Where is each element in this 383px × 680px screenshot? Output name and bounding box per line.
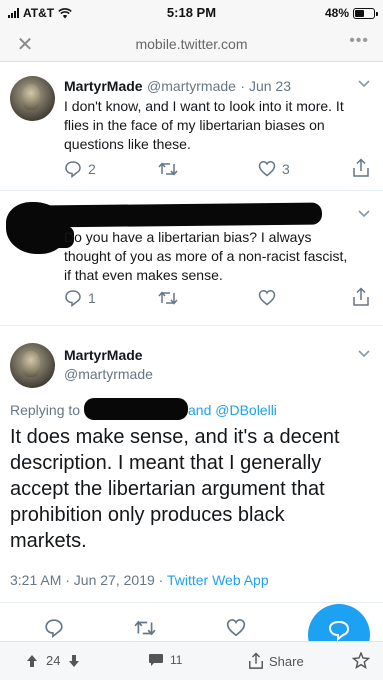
tweet-text-line: thought of you as more of a non-racist f… bbox=[64, 248, 348, 264]
heart-icon bbox=[258, 160, 276, 177]
avatar[interactable] bbox=[10, 76, 55, 121]
retweet-icon bbox=[158, 291, 178, 305]
reply-icon bbox=[45, 619, 63, 638]
divider bbox=[0, 325, 383, 326]
chevron-down-icon[interactable] bbox=[358, 350, 370, 358]
reply-button[interactable]: 2 bbox=[64, 160, 96, 178]
reply-button[interactable]: 1 bbox=[64, 289, 96, 307]
share-icon bbox=[249, 652, 263, 669]
like-button[interactable]: 3 bbox=[258, 160, 290, 177]
status-bar: AT&T 5:18 PM 48% bbox=[0, 0, 383, 28]
tweet3-text: It does make sense, and it's a decent de… bbox=[10, 424, 380, 554]
heart-icon bbox=[226, 619, 246, 637]
tweet-text-line: description. I meant that I generally bbox=[10, 452, 322, 474]
author-handle[interactable]: @martyrmade bbox=[64, 366, 153, 382]
tweet-text-line: if that even makes sense. bbox=[64, 267, 223, 283]
reply-count: 2 bbox=[88, 161, 96, 177]
chevron-down-icon[interactable] bbox=[358, 80, 370, 88]
tweet-text-line: Do you have a libertarian bias? I always bbox=[64, 229, 312, 245]
battery-icon bbox=[353, 7, 378, 19]
battery-percent: 48% bbox=[324, 6, 349, 20]
retweet-icon bbox=[158, 162, 178, 176]
like-button[interactable] bbox=[226, 618, 246, 637]
tweet-timestamp-row: 3:21 AM · Jun 27, 2019 · Twitter Web App bbox=[10, 572, 269, 588]
author-name[interactable]: MartyrMade bbox=[64, 347, 143, 363]
divider bbox=[0, 602, 383, 603]
retweet-icon bbox=[134, 620, 156, 636]
tweet-timestamp[interactable]: 3:21 AM · Jun 27, 2019 · bbox=[10, 572, 167, 588]
author-handle[interactable]: @martyrmade bbox=[147, 78, 236, 94]
avatar[interactable] bbox=[10, 343, 55, 388]
more-dots-icon[interactable]: ••• bbox=[349, 32, 369, 50]
comment-count: 11 bbox=[170, 653, 183, 667]
tweet-text-line: It does make sense, and it's a decent bbox=[10, 426, 340, 448]
replying-to-handles[interactable]: and @DBolelli bbox=[188, 402, 277, 418]
comment-icon bbox=[149, 654, 163, 666]
reply-button[interactable] bbox=[44, 618, 64, 638]
share-post-button[interactable]: Share bbox=[248, 652, 304, 670]
share-icon bbox=[353, 158, 369, 177]
share-button[interactable] bbox=[352, 287, 370, 307]
browser-url-bar: ✕ mobile.twitter.com ••• bbox=[0, 28, 383, 62]
replying-to-label: Replying to bbox=[10, 402, 81, 418]
heart-icon bbox=[258, 289, 276, 306]
tweet1-text: I don't know, and I want to look into it… bbox=[64, 97, 374, 154]
reply-icon bbox=[65, 290, 81, 307]
reply-icon bbox=[65, 161, 81, 178]
retweet-button[interactable] bbox=[158, 160, 178, 178]
tweet-text-line: prohibition only produces black bbox=[10, 504, 285, 526]
share-button[interactable] bbox=[352, 158, 370, 178]
reply-count: 1 bbox=[88, 290, 96, 306]
tweet-text-line: flies in the face of my libertarian bias… bbox=[64, 117, 325, 133]
like-button[interactable] bbox=[258, 289, 276, 306]
tweet-text-line: markets. bbox=[10, 530, 87, 552]
redacted-handle bbox=[84, 398, 188, 420]
like-count: 3 bbox=[282, 160, 290, 177]
tweet-text-line: questions like these. bbox=[64, 136, 191, 152]
share-icon bbox=[353, 287, 369, 306]
tweet-source[interactable]: Twitter Web App bbox=[167, 572, 269, 588]
url-text[interactable]: mobile.twitter.com bbox=[0, 36, 383, 52]
tweet1-header: MartyrMade @martyrmade · Jun 23 bbox=[64, 78, 291, 96]
retweet-button[interactable] bbox=[134, 618, 156, 638]
bottom-bar: 24 11 Share bbox=[0, 641, 383, 680]
tweet-date[interactable]: · Jun 23 bbox=[240, 78, 291, 94]
upvote-icon[interactable] bbox=[26, 654, 38, 668]
redacted-author bbox=[39, 202, 323, 228]
author-name[interactable]: MartyrMade bbox=[64, 78, 143, 94]
vote-controls: 24 bbox=[26, 653, 80, 668]
share-label: Share bbox=[269, 653, 304, 669]
award-icon[interactable] bbox=[352, 652, 370, 670]
tweet-text-line: I don't know, and I want to look into it… bbox=[64, 98, 344, 114]
divider bbox=[0, 190, 383, 191]
battery-info: 48% bbox=[324, 6, 378, 20]
chevron-down-icon[interactable] bbox=[358, 210, 370, 218]
retweet-button[interactable] bbox=[158, 289, 178, 307]
comments-button[interactable]: 11 bbox=[148, 653, 182, 667]
vote-count: 24 bbox=[46, 653, 61, 668]
tweet-text-line: accept the libertarian argument that bbox=[10, 478, 325, 500]
tweet2-text: Do you have a libertarian bias? I always… bbox=[64, 228, 374, 285]
downvote-icon[interactable] bbox=[68, 654, 80, 668]
